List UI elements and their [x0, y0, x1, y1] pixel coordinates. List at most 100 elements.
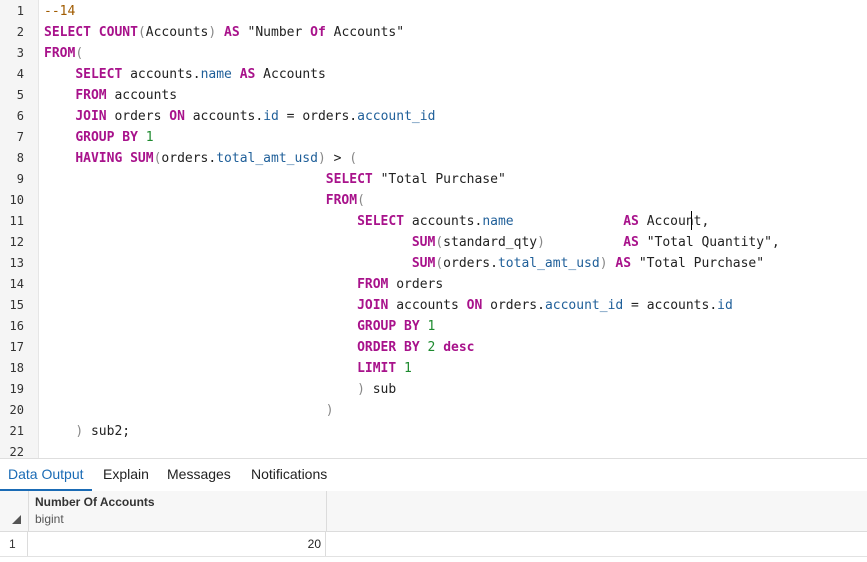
code-token-field: id	[717, 298, 733, 313]
code-token-plain: orders.	[443, 256, 498, 271]
code-token-kw: FROM	[357, 277, 389, 292]
code-token-kw: AS	[239, 67, 256, 82]
code-token-str: "Total Purchase"	[638, 256, 765, 271]
code-token-kw: SUM	[130, 151, 154, 166]
line-number: 13	[9, 256, 24, 270]
code-line: FROM accounts	[44, 85, 177, 106]
code-line: ) sub	[44, 379, 396, 400]
line-number: 16	[9, 319, 24, 333]
line-number: 5	[16, 88, 24, 102]
column-header-number-of-accounts[interactable]: Number Of Accounts bigint	[29, 491, 327, 531]
code-token-plain: sub	[364, 382, 397, 397]
line-number: 8	[16, 151, 24, 165]
code-token-kw: AS	[224, 25, 240, 40]
code-token-kw: FROM	[75, 88, 107, 103]
code-token-punct: )	[537, 235, 545, 250]
tab-messages[interactable]: Messages	[167, 459, 231, 491]
code-line: FROM(	[44, 190, 365, 211]
code-token-plain: orders	[388, 277, 444, 292]
code-token-field: account_id	[544, 298, 624, 313]
code-token-kw: SUM	[411, 256, 436, 271]
code-token-plain: Accounts	[145, 25, 209, 40]
code-token-field: name	[200, 67, 232, 82]
code-token-field: id	[263, 109, 279, 124]
code-line: )	[44, 400, 334, 421]
code-token-field: name	[482, 214, 514, 229]
code-token-punct: (	[435, 256, 444, 271]
code-line: ORDER BY 2 desc	[44, 337, 474, 358]
data-output-grid: Number Of Accounts bigint 1 20	[0, 491, 867, 562]
code-token-kw: FROM	[325, 193, 358, 208]
code-line: FROM(	[44, 43, 83, 64]
line-number: 4	[16, 67, 24, 81]
code-token-kw: GROUP BY	[357, 319, 420, 334]
tab-notifications[interactable]: Notifications	[251, 459, 327, 491]
code-line: --14	[44, 1, 75, 22]
grid-corner[interactable]	[0, 491, 29, 531]
table-cell[interactable]: 20	[29, 532, 326, 556]
grid-header: Number Of Accounts bigint	[0, 491, 867, 532]
line-number: 14	[9, 277, 24, 291]
code-token-kw: LIMIT	[357, 361, 397, 376]
code-line: SELECT accounts.name AS Account,	[44, 211, 709, 232]
line-number: 18	[9, 361, 24, 375]
line-number: 9	[16, 172, 24, 186]
code-line: JOIN orders ON accounts.id = orders.acco…	[44, 106, 435, 127]
line-number: 2	[16, 25, 24, 39]
tab-data-output[interactable]: Data Output	[8, 459, 84, 491]
code-token-plain: accounts.	[122, 67, 201, 82]
code-token-kw: GROUP BY	[75, 130, 138, 145]
code-token-punct: (	[137, 25, 146, 40]
code-token-kw: JOIN	[357, 298, 389, 313]
code-token-plain: >	[325, 151, 350, 166]
code-token-str: Accounts"	[325, 25, 405, 40]
code-line: LIMIT 1	[44, 358, 412, 379]
code-token-plain: accounts	[388, 298, 467, 313]
code-line: GROUP BY 1	[44, 127, 153, 148]
code-token-str: "Total Quantity",	[646, 235, 780, 250]
line-number: 22	[9, 445, 24, 458]
code-token-punct: (	[357, 193, 365, 208]
code-token-kw: ON	[169, 109, 185, 124]
code-token-kw: ORDER BY	[357, 340, 420, 355]
code-token-punct: (	[349, 151, 358, 166]
code-line: SELECT accounts.name AS Accounts	[44, 64, 326, 85]
results-tab-bar: Data Output Explain Messages Notificatio…	[0, 458, 867, 492]
line-number: 1	[16, 4, 24, 18]
code-token-str: "Total Purchase"	[380, 172, 506, 187]
line-number: 11	[9, 214, 24, 228]
row-number: 1	[0, 532, 28, 556]
code-line: ) sub2;	[44, 421, 130, 442]
code-token-punct: )	[75, 424, 84, 439]
sql-editor[interactable]: 1 2 3 4 5 6 7 8 9 10 11 12 13 14 15 16 17 18 19 20 21 22 --14…	[0, 0, 867, 458]
code-token-kw: AS	[623, 214, 639, 229]
code-token-plain: accounts	[106, 88, 178, 103]
code-token-kw: SUM	[411, 235, 436, 250]
code-token-plain: = orders.	[278, 109, 358, 124]
tab-explain[interactable]: Explain	[103, 459, 149, 491]
line-number: 20	[9, 403, 24, 417]
line-number: 6	[16, 109, 24, 123]
code-token-plain: orders	[106, 109, 170, 124]
code-token-kw: SELECT	[44, 25, 91, 40]
line-number: 17	[9, 340, 24, 354]
code-line: FROM orders	[44, 274, 443, 295]
code-token-punct: (	[75, 46, 84, 61]
code-line: SELECT "Total Purchase"	[44, 169, 506, 190]
table-row[interactable]: 1 20	[0, 532, 867, 557]
